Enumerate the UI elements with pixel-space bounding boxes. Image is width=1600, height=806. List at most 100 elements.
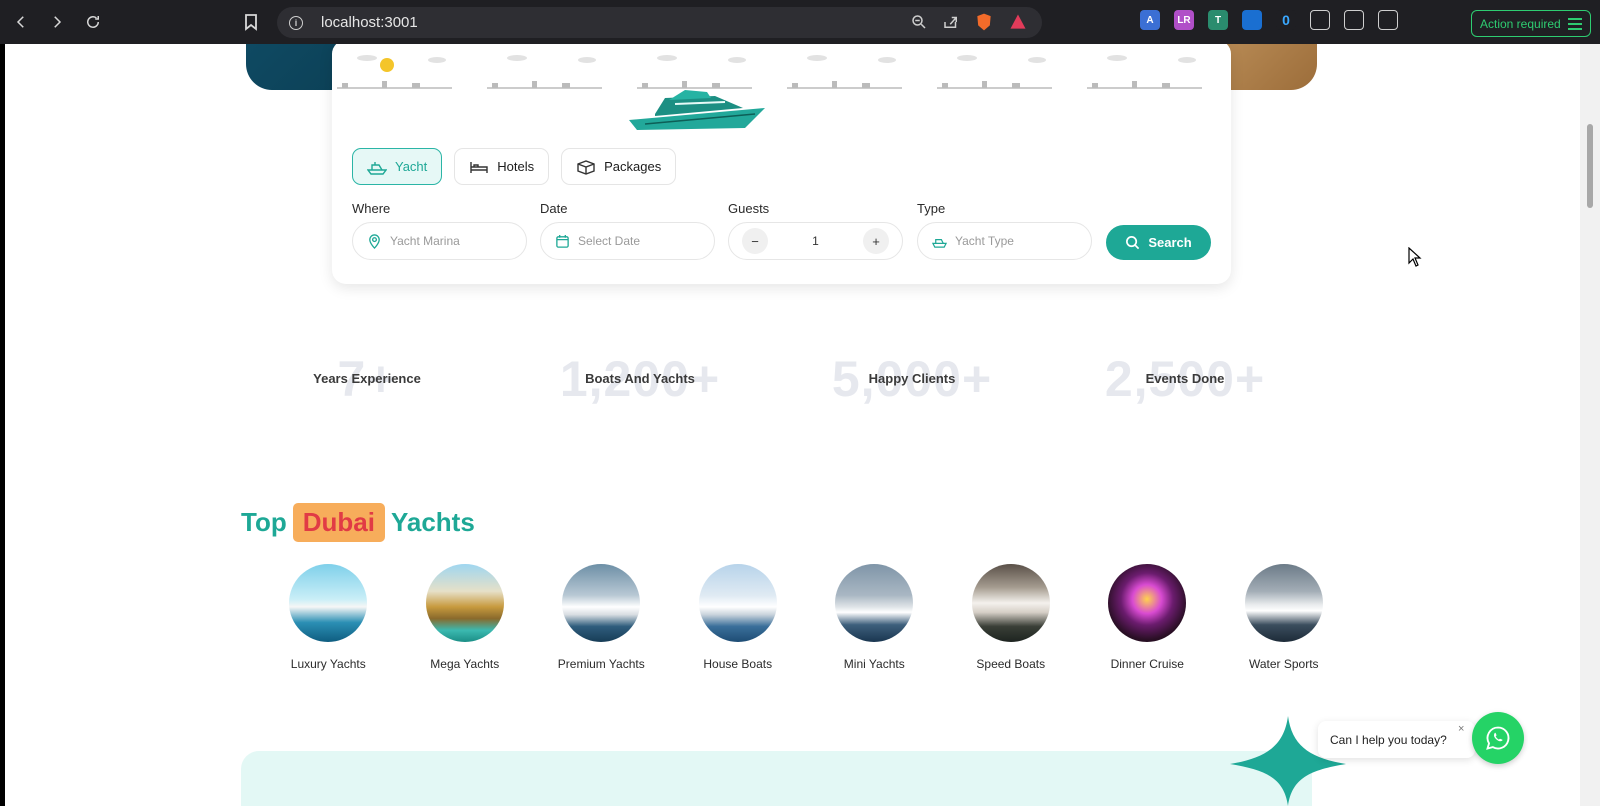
url-text: localhost:3001 [321,14,418,31]
stat-boats-label: Boats And Yachts [585,371,695,386]
search-card: Yacht Hotels Packages Where Date Guests … [332,44,1231,284]
guests-stepper: − 1 + [728,222,903,260]
reload-button[interactable] [78,7,108,37]
lr-icon[interactable]: LR [1174,10,1194,30]
category-image [562,564,641,642]
category-mega-yachts[interactable]: Mega Yachts [397,564,534,671]
stat-boats: 1,200+ Boats And Yachts [530,349,750,409]
web-page: Yacht Hotels Packages Where Date Guests … [5,44,1580,806]
type-label: Type [917,201,946,216]
menu-icon [1567,17,1582,30]
category-label: Premium Yachts [557,657,645,671]
zoom-icon[interactable] [910,13,928,31]
mouse-cursor-icon [1408,247,1422,267]
category-luxury-yachts[interactable]: Luxury Yachts [260,564,397,671]
yacht-type-icon [932,238,947,248]
address-bar[interactable]: i localhost:3001 [277,7,1042,38]
key-icon[interactable] [1378,10,1398,30]
page-scrollbar[interactable] [1580,44,1600,806]
promo-section [241,751,1312,806]
guests-label: Guests [728,201,770,216]
tab-packages-label: Packages [604,159,662,174]
tab-packages[interactable]: Packages [561,148,677,185]
section-title-highlight: Dubai [292,503,385,542]
category-premium-yachts[interactable]: Premium Yachts [533,564,670,671]
category-image [971,564,1050,642]
date-label: Date [540,201,568,216]
stat-clients: 5,000+ Happy Clients [802,349,1022,409]
stat-years: 7+ Years Experience [257,349,477,409]
puzzle-icon[interactable] [1344,10,1364,30]
category-label: Mini Yachts [843,657,905,671]
section-title-post: Yachts [390,507,475,537]
section-title-pre: Top [241,507,287,537]
scrollbar-thumb[interactable] [1587,124,1593,208]
bookmark-icon [245,14,257,31]
back-button[interactable] [6,7,36,37]
category-image [698,564,777,642]
category-label: Luxury Yachts [290,657,366,671]
bookmark-button[interactable] [243,13,259,36]
browser-toolbar: i localhost:3001 A LR T 0 Action required [0,0,1600,44]
reader-icon[interactable]: T [1208,10,1228,30]
reload-icon [87,15,99,28]
chevron-left-icon [16,16,24,28]
action-required-button[interactable]: Action required [1471,10,1591,37]
type-placeholder: Yacht Type [955,234,1014,248]
whatsapp-button[interactable] [1472,712,1524,764]
brave-shield-icon[interactable] [974,12,994,32]
stat-years-label: Years Experience [313,371,421,386]
calendar-icon [556,234,569,248]
where-input[interactable]: Yacht Marina [352,222,527,260]
date-input[interactable]: Select Date [540,222,715,260]
translate-icon[interactable]: A [1140,10,1160,30]
type-select[interactable]: Yacht Type [917,222,1092,260]
location-pin-icon [369,233,380,249]
guests-value: 1 [812,234,819,248]
stat-clients-label: Happy Clients [868,371,956,386]
package-icon [577,159,595,175]
tab-yacht[interactable]: Yacht [352,148,443,185]
yacht-illustration [629,90,765,130]
where-label: Where [352,201,391,216]
category-house-boats[interactable]: House Boats [670,564,807,671]
whatsapp-icon [1486,726,1510,750]
guests-increment-button[interactable]: + [863,228,889,254]
rewards-icon[interactable] [1008,12,1028,32]
category-label: Dinner Cruise [1110,657,1184,671]
chat-close-button[interactable]: × [1458,723,1464,735]
search-button[interactable]: Search [1106,225,1211,260]
category-water-sports[interactable]: Water Sports [1216,564,1353,671]
chat-bubble[interactable]: Can I help you today? [1318,721,1475,758]
extensions-bar: A LR T 0 [1140,10,1398,30]
site-info-icon[interactable]: i [289,15,303,30]
search-icon [1126,236,1140,250]
tab-hotels[interactable]: Hotels [454,148,550,185]
chat-bubble-text: Can I help you today? [1330,732,1447,747]
category-mini-yachts[interactable]: Mini Yachts [806,564,943,671]
category-image [1244,564,1323,642]
category-label: Water Sports [1248,657,1319,671]
skyline-illustration [337,55,1202,89]
category-label: Speed Boats [976,657,1046,671]
share-icon[interactable] [942,13,960,31]
section-title: Top Dubai Yachts [241,503,475,542]
category-label: House Boats [703,657,773,671]
blue-square-icon[interactable] [1242,10,1262,30]
category-image [289,564,368,642]
yacht-icon [367,161,387,175]
camera-icon[interactable] [1310,10,1330,30]
stat-events-label: Events Done [1145,371,1225,386]
guests-decrement-button[interactable]: − [742,228,768,254]
where-placeholder: Yacht Marina [390,234,460,248]
category-speed-boats[interactable]: Speed Boats [943,564,1080,671]
category-dinner-cruise[interactable]: Dinner Cruise [1079,564,1216,671]
stat-events: 2,500+ Events Done [1075,349,1295,409]
forward-button[interactable] [42,7,72,37]
search-tabs: Yacht Hotels Packages [352,148,677,185]
chevron-right-icon [54,16,62,28]
tab-yacht-label: Yacht [395,159,428,174]
category-image [425,564,504,642]
bed-icon [470,161,488,173]
zero-icon[interactable]: 0 [1276,10,1296,30]
